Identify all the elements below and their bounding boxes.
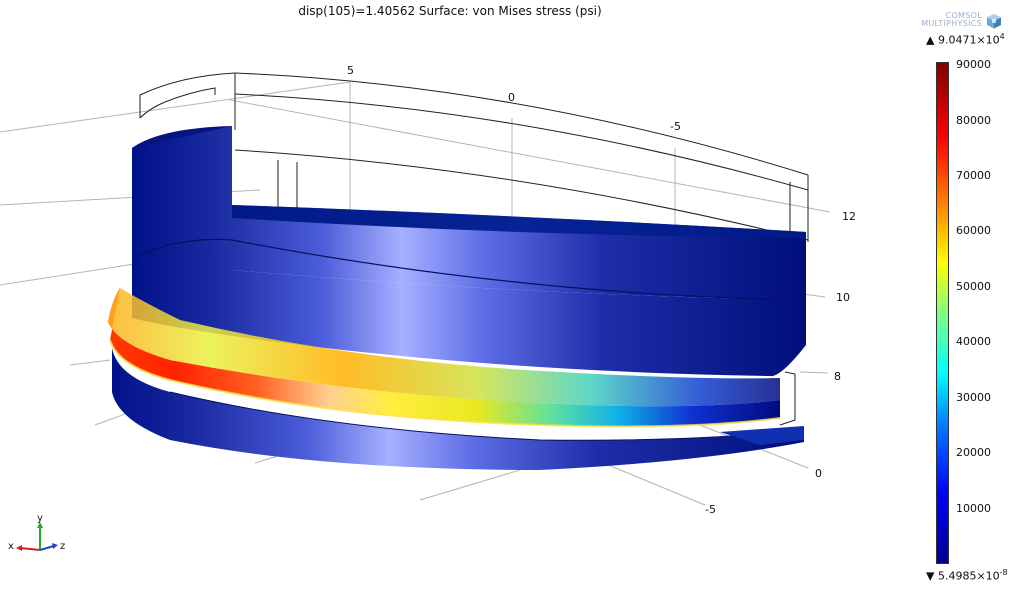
plot-canvas[interactable]: 5 0 -5 12 10 8 0 -5 bbox=[0, 0, 920, 591]
colorbar-tick: 30000 bbox=[956, 391, 991, 404]
axis-tick-label: 0 bbox=[815, 467, 822, 480]
colorbar-max-label: ▲ 9.0471×104 bbox=[926, 32, 1005, 47]
colorbar-tick: 90000 bbox=[956, 58, 991, 71]
colorbar-tick: 60000 bbox=[956, 224, 991, 237]
colorbar-min-label: ▼ 5.4985×10-8 bbox=[926, 568, 1008, 583]
colorbar-tick: 10000 bbox=[956, 502, 991, 515]
axis-tick-label: 0 bbox=[508, 91, 515, 104]
svg-text:x: x bbox=[8, 541, 14, 552]
colorbar bbox=[936, 62, 949, 564]
colorbar-tick: 50000 bbox=[956, 280, 991, 293]
axis-tick-label: 12 bbox=[842, 210, 856, 223]
colorbar-tick: 40000 bbox=[956, 335, 991, 348]
axis-triad-icon: y x z bbox=[8, 513, 65, 552]
colorbar-tick: 20000 bbox=[956, 446, 991, 459]
svg-text:z: z bbox=[60, 541, 65, 552]
axis-tick-label: 5 bbox=[347, 64, 354, 77]
axis-tick-label: -5 bbox=[670, 120, 681, 133]
svg-text:y: y bbox=[37, 513, 43, 524]
axis-tick-label: -5 bbox=[705, 503, 716, 516]
colorbar-tick: 70000 bbox=[956, 169, 991, 182]
axis-tick-label: 8 bbox=[834, 370, 841, 383]
axis-tick-label: 10 bbox=[836, 291, 850, 304]
colorbar-tick: 80000 bbox=[956, 114, 991, 127]
cube-icon bbox=[987, 14, 1001, 29]
